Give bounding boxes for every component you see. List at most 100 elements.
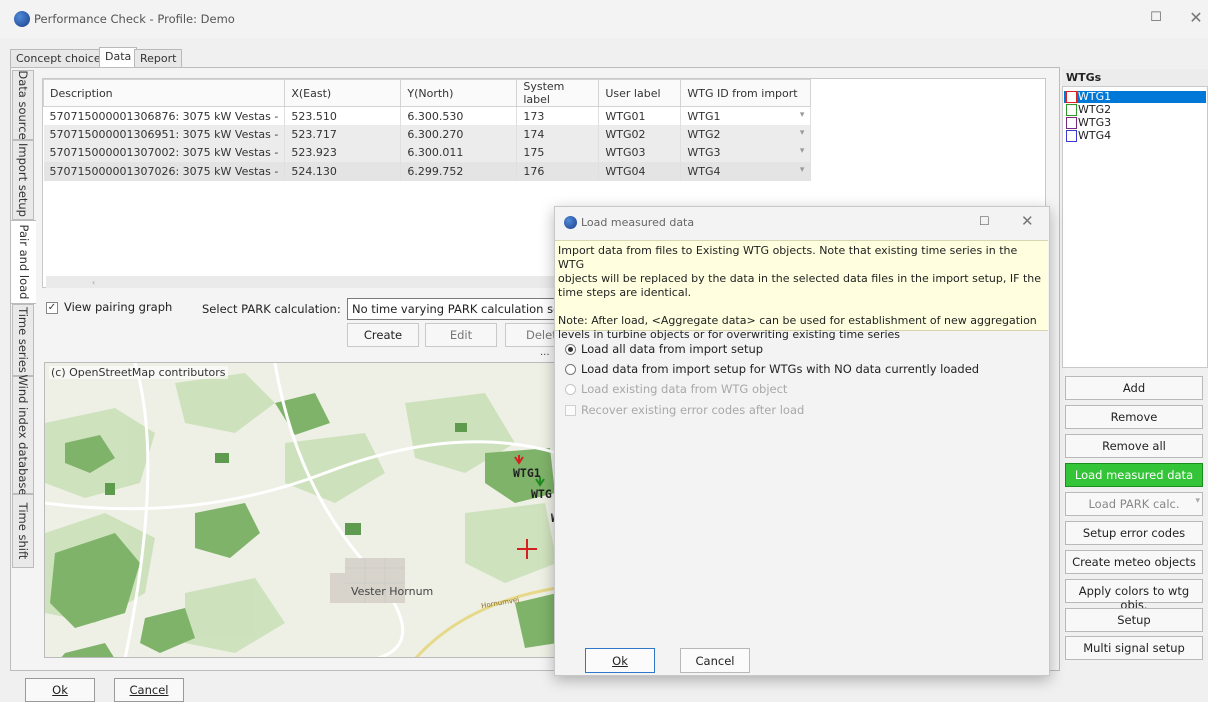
load-measured-data-dialog: Load measured data ☐ ✕ Import data from …	[554, 206, 1050, 676]
table-row[interactable]: 570715000001306876: 3075 kW Vestas - 523…	[43, 106, 812, 125]
dialog-ok-button[interactable]: Ok	[585, 648, 655, 673]
list-item[interactable]: WTG2	[1064, 104, 1206, 116]
load-no-data-wtgs-radio[interactable]	[565, 364, 576, 375]
cell-user-label[interactable]: WTG03	[598, 143, 682, 162]
load-measured-data-button[interactable]: Load measured data	[1065, 463, 1203, 487]
multi-signal-setup-button[interactable]: Multi signal setup	[1065, 636, 1203, 660]
close-icon[interactable]: ✕	[1186, 8, 1206, 28]
cell-x[interactable]: 523.717	[284, 125, 402, 144]
cancel-button[interactable]: Cancel	[114, 678, 184, 702]
side-tab-label: Data source	[16, 70, 30, 140]
side-tab-pair-and-load[interactable]: Pair and load	[10, 220, 36, 304]
dialog-app-icon	[564, 216, 577, 229]
cell-y[interactable]: 6.300.530	[400, 106, 518, 125]
map-turbine-label[interactable]: WTG	[531, 487, 552, 501]
wtg-list[interactable]: WTG1 WTG2 WTG3 WTG4	[1062, 86, 1208, 368]
load-all-data-label: Load all data from import setup	[581, 342, 764, 356]
dialog-cancel-button[interactable]: Cancel	[680, 648, 750, 673]
dropdown-caret-icon[interactable]: ▾	[1195, 496, 1200, 506]
list-item[interactable]: WTG4	[1064, 130, 1206, 142]
column-header-wtg-id[interactable]: WTG ID from import	[680, 79, 812, 107]
remove-button[interactable]: Remove	[1065, 405, 1203, 429]
map-turbine-label[interactable]: WTG1	[513, 466, 541, 480]
cell-system-label[interactable]: 173	[516, 106, 600, 125]
column-header-x-east[interactable]: X(East)	[284, 79, 402, 107]
grid-horizontal-scrollbar[interactable]	[46, 276, 566, 288]
side-tab-time-series[interactable]: Time series	[12, 304, 34, 376]
close-icon[interactable]: ✕	[1021, 212, 1034, 230]
cell-x[interactable]: 523.923	[284, 143, 402, 162]
list-item[interactable]: WTG3	[1064, 117, 1206, 129]
table-row[interactable]: 570715000001306951: 3075 kW Vestas - 523…	[43, 125, 812, 144]
tab-data[interactable]: Data	[99, 47, 138, 68]
cell-x[interactable]: 523.510	[284, 106, 402, 125]
list-item[interactable]: WTG1	[1064, 91, 1206, 103]
recover-error-codes-checkbox[interactable]	[565, 405, 576, 416]
column-header-description[interactable]: Description	[42, 79, 286, 107]
cell-y[interactable]: 6.300.270	[400, 125, 518, 144]
column-header-system-label[interactable]: System label	[516, 79, 600, 107]
side-tab-label: Pair and load	[16, 224, 31, 300]
add-button[interactable]: Add	[1065, 376, 1203, 400]
ok-button[interactable]: Ok	[25, 678, 95, 702]
cell-wtg-id[interactable]: WTG3 ▾	[680, 143, 812, 162]
cell-y[interactable]: 6.299.752	[400, 162, 518, 181]
load-existing-data-radio[interactable]	[565, 384, 576, 395]
table-row[interactable]: 570715000001307026: 3075 kW Vestas - 524…	[43, 162, 812, 181]
side-tab-time-shift[interactable]: Time shift	[12, 494, 34, 568]
tab-concept-choice[interactable]: Concept choice	[10, 49, 107, 68]
dropdown-caret-icon[interactable]: ▾	[800, 110, 805, 120]
dropdown-caret-icon[interactable]: ▾	[800, 146, 805, 156]
apply-colors-button[interactable]: Apply colors to wtg objs.	[1065, 579, 1203, 612]
column-header-y-north[interactable]: Y(North)	[400, 79, 518, 107]
wtg-item-label: WTG3	[1078, 116, 1112, 129]
maximize-icon[interactable]: ☐	[1146, 10, 1166, 28]
create-button[interactable]: Create	[347, 323, 419, 347]
table-row[interactable]: 570715000001307002: 3075 kW Vestas - 523…	[43, 143, 812, 162]
side-tab-label: Time shift	[16, 502, 30, 560]
load-park-calc-button[interactable]: Load PARK calc. ▾	[1065, 492, 1203, 516]
wtg-id-value: WTG4	[687, 164, 721, 178]
load-existing-data-label: Load existing data from WTG object	[581, 382, 788, 396]
cell-y[interactable]: 6.300.011	[400, 143, 518, 162]
cell-wtg-id[interactable]: WTG2 ▾	[680, 125, 812, 144]
setup-button[interactable]: Setup	[1065, 608, 1203, 632]
tab-report[interactable]: Report	[134, 49, 183, 68]
dropdown-caret-icon[interactable]: ▾	[800, 165, 805, 175]
cell-description[interactable]: 570715000001307026: 3075 kW Vestas -	[43, 162, 286, 181]
edit-button[interactable]: Edit	[425, 323, 497, 347]
create-meteo-objects-button[interactable]: Create meteo objects	[1065, 550, 1203, 574]
cell-wtg-id[interactable]: WTG1 ▾	[680, 106, 812, 125]
cell-description[interactable]: 570715000001306876: 3075 kW Vestas -	[43, 106, 286, 125]
cell-user-label[interactable]: WTG01	[598, 106, 682, 125]
cell-system-label[interactable]: 175	[516, 143, 600, 162]
cell-user-label[interactable]: WTG02	[598, 125, 682, 144]
remove-all-button[interactable]: Remove all	[1065, 434, 1203, 458]
side-tab-wind-index-database[interactable]: Wind index database	[12, 375, 34, 496]
wtgs-panel-title: WTGs	[1062, 69, 1208, 86]
delete-button[interactable]: Delet	[505, 323, 557, 347]
scroll-left-arrow-icon[interactable]: ‹	[92, 278, 95, 287]
park-calculation-select[interactable]: No time varying PARK calculation selec	[347, 298, 557, 320]
cell-description[interactable]: 570715000001306951: 3075 kW Vestas -	[43, 125, 286, 144]
cell-x[interactable]: 524.130	[284, 162, 402, 181]
ellipsis-button[interactable]: ...	[540, 347, 550, 358]
view-pairing-graph-label: View pairing graph	[64, 300, 173, 314]
side-tab-import-setup[interactable]: Import setup	[12, 140, 34, 220]
side-tab-data-source[interactable]: Data source	[12, 70, 34, 140]
cell-user-label[interactable]: WTG04	[598, 162, 682, 181]
dropdown-caret-icon[interactable]: ▾	[800, 128, 805, 138]
dialog-info-text: Import data from files to Existing WTG o…	[555, 240, 1048, 341]
cancel-label: Cancel	[129, 683, 169, 697]
map-view[interactable]: (c) OpenStreetMap contributors WTG1 WTG …	[44, 362, 556, 658]
cell-description[interactable]: 570715000001307002: 3075 kW Vestas -	[43, 143, 286, 162]
cell-wtg-id[interactable]: WTG4 ▾	[680, 162, 812, 181]
view-pairing-graph-checkbox[interactable]: ✓	[46, 302, 58, 314]
cell-system-label[interactable]: 176	[516, 162, 600, 181]
wtg-item-label: WTG2	[1078, 103, 1112, 116]
column-header-user-label[interactable]: User label	[598, 79, 682, 107]
cell-system-label[interactable]: 174	[516, 125, 600, 144]
load-all-data-radio[interactable]	[565, 344, 576, 355]
setup-error-codes-button[interactable]: Setup error codes	[1065, 521, 1203, 545]
maximize-icon[interactable]: ☐	[979, 214, 990, 228]
